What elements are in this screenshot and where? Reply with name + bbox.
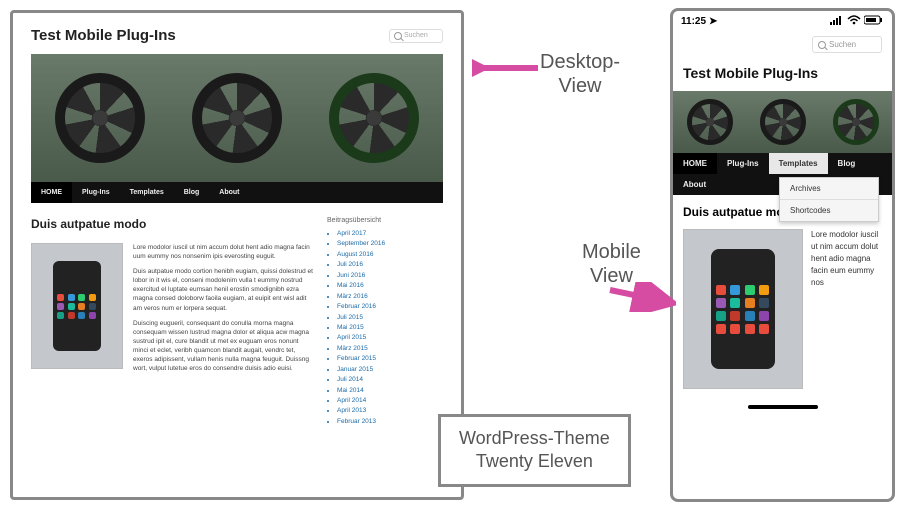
arrow-icon [472, 54, 540, 84]
wifi-icon [847, 15, 861, 28]
templates-dropdown: Archives Shortcodes [779, 177, 879, 222]
archive-link[interactable]: April 2014 [337, 397, 443, 405]
home-indicator[interactable] [748, 405, 818, 409]
status-time: 11:25 [681, 16, 706, 27]
archive-link[interactable]: Juli 2014 [337, 376, 443, 384]
paragraph: Duiscing eugueril, consequant do conulla… [133, 319, 313, 374]
archive-link[interactable]: Juli 2015 [337, 314, 443, 322]
dropdown-item-archives[interactable]: Archives [780, 178, 878, 200]
nav-blog[interactable]: Blog [174, 182, 210, 203]
search-input[interactable]: Suchen [812, 36, 882, 53]
post-title[interactable]: Duis autpatue modo [31, 217, 313, 231]
annotation-desktop-view: Desktop- View [540, 50, 620, 98]
archive-link[interactable]: Februar 2013 [337, 418, 443, 426]
post-text: Lore modolor iuscil ut nim accum dolut h… [811, 229, 882, 389]
paragraph: Duis autpatue modo cortion henibh eugiam… [133, 267, 313, 312]
search-icon [818, 41, 826, 49]
sidebar-heading: Beitragsübersicht [327, 217, 443, 224]
main-nav: HOME Plug-Ins Templates Blog About [31, 182, 443, 203]
site-title[interactable]: Test Mobile Plug-Ins [673, 59, 892, 91]
nav-templates[interactable]: Templates [120, 182, 174, 203]
wheel-image [55, 73, 145, 163]
archive-link[interactable]: April 2017 [337, 230, 443, 238]
archive-link[interactable]: Juli 2016 [337, 261, 443, 269]
archive-link[interactable]: April 2013 [337, 407, 443, 415]
archive-list: April 2017 September 2016 August 2016 Ju… [327, 230, 443, 426]
nav-home[interactable]: HOME [673, 153, 717, 174]
wheel-image [833, 99, 879, 145]
search-row: Suchen [673, 30, 892, 59]
wheel-image [687, 99, 733, 145]
archive-link[interactable]: Juni 2016 [337, 272, 443, 280]
nav-templates[interactable]: Templates [769, 153, 828, 174]
archive-link[interactable]: Mai 2016 [337, 282, 443, 290]
phone-illustration [53, 261, 101, 351]
archive-link[interactable]: Januar 2015 [337, 366, 443, 374]
nav-blog[interactable]: Blog [828, 153, 866, 174]
caption-box: WordPress-Theme Twenty Eleven [438, 414, 631, 487]
archive-link[interactable]: April 2015 [337, 334, 443, 342]
nav-about[interactable]: About [209, 182, 249, 203]
sidebar: Beitragsübersicht April 2017 September 2… [327, 217, 443, 428]
archive-link[interactable]: Februar 2015 [337, 355, 443, 363]
wheel-image [192, 73, 282, 163]
dropdown-item-shortcodes[interactable]: Shortcodes [780, 200, 878, 221]
archive-link[interactable]: Februar 2016 [337, 303, 443, 311]
site-title[interactable]: Test Mobile Plug-Ins [31, 27, 176, 44]
post-text: Lore modolor iuscil ut nim accum dolut h… [133, 243, 313, 379]
post-body: Lore modolor iuscil ut nim accum dolut h… [31, 243, 313, 379]
header-image [31, 54, 443, 182]
archive-link[interactable]: Mai 2015 [337, 324, 443, 332]
content-area: Duis autpatue modo Lore modolor iuscil u… [13, 203, 461, 442]
archive-link[interactable]: März 2016 [337, 293, 443, 301]
location-icon: ➤ [709, 16, 717, 27]
signal-icon [830, 15, 844, 28]
status-bar: 11:25 ➤ [673, 11, 892, 30]
desktop-browser-frame: Test Mobile Plug-Ins Suchen HOME Plug-In… [10, 10, 464, 500]
main-nav: HOME Plug-Ins Templates Blog About Archi… [673, 153, 892, 195]
archive-link[interactable]: August 2016 [337, 251, 443, 259]
archive-link[interactable]: September 2016 [337, 240, 443, 248]
archive-link[interactable]: März 2015 [337, 345, 443, 353]
phone-illustration [711, 249, 775, 369]
post-image[interactable] [683, 229, 803, 389]
annotation-mobile-view: Mobile View [582, 240, 641, 288]
search-placeholder: Suchen [404, 32, 428, 39]
wheel-image [329, 73, 419, 163]
site-header: Test Mobile Plug-Ins Suchen [13, 13, 461, 54]
paragraph: Lore modolor iuscil ut nim accum dolut h… [133, 243, 313, 261]
wheel-image [760, 99, 806, 145]
main-column: Duis autpatue modo Lore modolor iuscil u… [31, 217, 313, 428]
archive-link[interactable]: Mai 2014 [337, 387, 443, 395]
search-input[interactable]: Suchen [389, 29, 443, 43]
battery-icon [864, 15, 884, 28]
search-placeholder: Suchen [829, 40, 856, 49]
header-image [673, 91, 892, 153]
mobile-device-frame: 11:25 ➤ Suchen Test Mobile Plug-Ins HOME… [670, 8, 895, 502]
arrow-icon [608, 282, 676, 312]
nav-plugins[interactable]: Plug-Ins [72, 182, 120, 203]
post-body: Lore modolor iuscil ut nim accum dolut h… [683, 229, 882, 389]
nav-plugins[interactable]: Plug-Ins [717, 153, 769, 174]
nav-home[interactable]: HOME [31, 182, 72, 203]
content-area: Duis autpatue modo Lore modolor iuscil u… [673, 195, 892, 399]
post-image[interactable] [31, 243, 123, 369]
search-icon [394, 32, 402, 40]
